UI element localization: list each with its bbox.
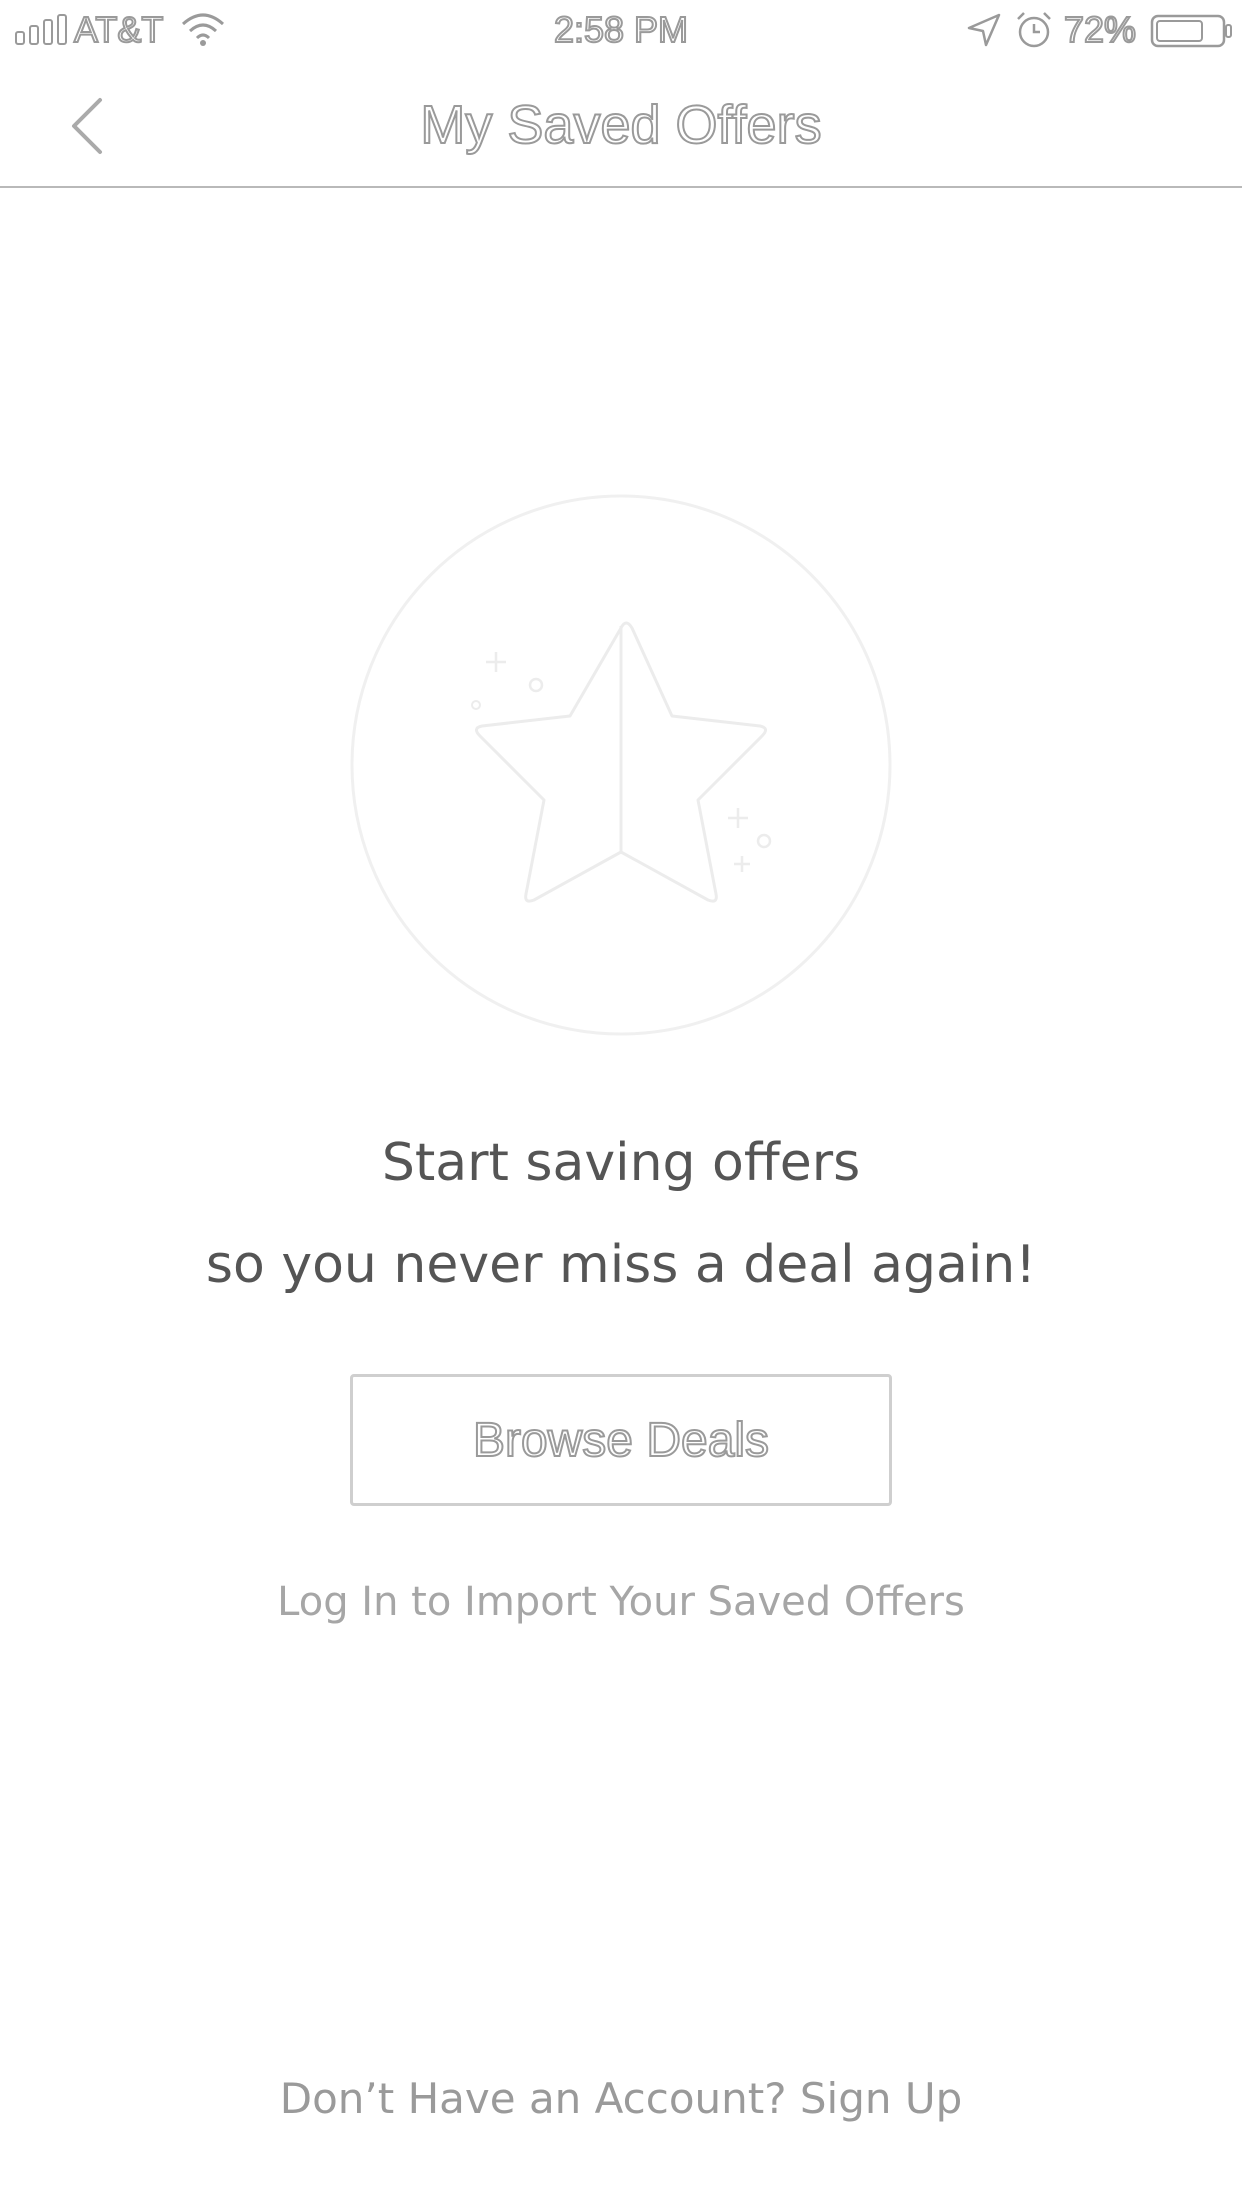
page-title: My Saved Offers bbox=[419, 94, 822, 156]
signup-link[interactable]: Don’t Have an Account? Sign Up bbox=[0, 2070, 1242, 2128]
login-import-link[interactable]: Log In to Import Your Saved Offers bbox=[0, 1574, 1242, 1630]
navigation-bar: My Saved Offers bbox=[0, 62, 1242, 188]
battery-percent: 72% bbox=[1063, 8, 1137, 51]
browse-deals-button[interactable]: Browse Deals bbox=[350, 1374, 892, 1506]
status-bar: AT&T 2:58 PM 72% bbox=[0, 0, 1242, 62]
empty-state-headline: Start saving offers bbox=[381, 1133, 861, 1193]
location-icon bbox=[967, 13, 1001, 47]
star-icon bbox=[350, 494, 892, 1036]
status-time: 2:58 PM bbox=[553, 8, 689, 51]
browse-deals-label: Browse Deals bbox=[472, 1413, 770, 1468]
battery-icon bbox=[1150, 14, 1232, 48]
empty-state-subheadline: so you never miss a deal again! bbox=[205, 1235, 1037, 1295]
alarm-icon bbox=[1017, 12, 1051, 48]
